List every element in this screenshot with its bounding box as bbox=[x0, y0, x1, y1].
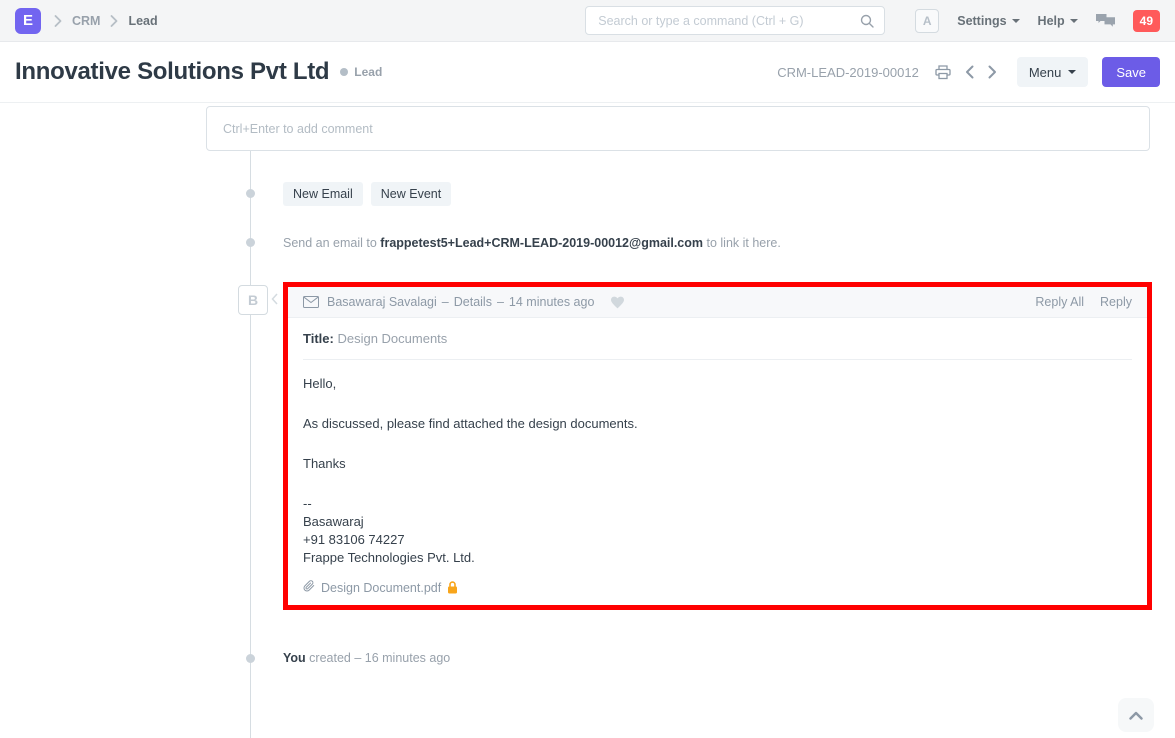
email-paragraph: Thanks bbox=[303, 455, 1132, 473]
email-reply-actions: Reply All Reply bbox=[1035, 295, 1132, 309]
email-signature-line: Basawaraj bbox=[303, 513, 1132, 531]
app-logo-letter: E bbox=[23, 12, 33, 29]
email-signature-line: -- bbox=[303, 495, 1132, 513]
chevron-up-icon bbox=[1129, 711, 1143, 720]
email-signature-line: +91 83106 74227 bbox=[303, 531, 1132, 549]
attachment-link[interactable]: Design Document.pdf bbox=[321, 581, 441, 595]
timeline-section: New Email New Event Send an email to fra… bbox=[0, 103, 1175, 738]
page-head-actions: CRM-LEAD-2019-00012 Menu Save bbox=[777, 57, 1160, 87]
email-title-value: Design Documents bbox=[337, 331, 447, 346]
notifications-badge[interactable]: 49 bbox=[1133, 10, 1160, 32]
created-author: You bbox=[283, 651, 306, 665]
highlight-box: Basawaraj Savalagi – Details – 14 minute… bbox=[283, 282, 1152, 610]
lock-icon[interactable] bbox=[447, 581, 458, 594]
timeline-actions: New Email New Event bbox=[283, 182, 451, 206]
email-link-address: frappetest5+Lead+CRM-LEAD-2019-00012@gma… bbox=[380, 236, 703, 250]
email-signature-line: Frappe Technologies Pvt. Ltd. bbox=[303, 549, 1132, 567]
paperclip-icon bbox=[303, 580, 315, 595]
email-title-label: Title: bbox=[303, 331, 334, 346]
page-head: Innovative Solutions Pvt Ltd Lead CRM-LE… bbox=[0, 42, 1175, 103]
navbar: E CRM Lead A Settings Help 49 bbox=[0, 0, 1175, 42]
email-card-header: Basawaraj Savalagi – Details – 14 minute… bbox=[288, 287, 1147, 318]
email-meta-separator: – bbox=[497, 295, 504, 309]
caret-down-icon bbox=[1068, 70, 1076, 74]
timeline-dot bbox=[246, 238, 255, 247]
status-label: Lead bbox=[354, 65, 382, 79]
navbar-right: A Settings Help 49 bbox=[915, 9, 1160, 33]
print-button[interactable] bbox=[933, 63, 953, 82]
email-timestamp: 14 minutes ago bbox=[509, 295, 594, 309]
menu-button[interactable]: Menu bbox=[1017, 57, 1089, 87]
caret-down-icon bbox=[1012, 19, 1020, 23]
next-doc-button[interactable] bbox=[986, 63, 999, 81]
user-avatar[interactable]: A bbox=[915, 9, 939, 33]
chevron-right-icon bbox=[110, 15, 118, 27]
status-indicator-dot bbox=[340, 68, 348, 76]
email-title-row: Title: Design Documents bbox=[303, 331, 1132, 346]
chevron-left-pointer-icon bbox=[271, 293, 278, 305]
email-signature: -- Basawaraj +91 83106 74227 Frappe Tech… bbox=[303, 495, 1132, 567]
search-input[interactable] bbox=[596, 13, 860, 29]
status-indicator: Lead bbox=[340, 65, 382, 79]
email-sender-name: Basawaraj Savalagi bbox=[327, 295, 437, 309]
help-menu[interactable]: Help bbox=[1038, 14, 1078, 28]
reply-all-button[interactable]: Reply All bbox=[1035, 295, 1084, 309]
attachment-row: Design Document.pdf bbox=[303, 580, 1132, 595]
settings-menu[interactable]: Settings bbox=[957, 14, 1019, 28]
chevron-right-icon bbox=[54, 15, 62, 27]
email-link-hint: Send an email to frappetest5+Lead+CRM-LE… bbox=[283, 236, 781, 250]
created-text: created – 16 minutes ago bbox=[309, 651, 450, 665]
menu-button-label: Menu bbox=[1029, 65, 1062, 80]
app-logo[interactable]: E bbox=[15, 8, 41, 34]
user-avatar-letter: A bbox=[923, 14, 932, 28]
email-details-link[interactable]: Details bbox=[454, 295, 492, 309]
comment-input[interactable] bbox=[221, 121, 1135, 137]
email-link-hint-suffix: to link it here. bbox=[707, 236, 781, 250]
email-sender-avatar: B bbox=[238, 285, 268, 315]
new-event-button[interactable]: New Event bbox=[371, 182, 451, 206]
global-search bbox=[585, 6, 885, 35]
like-heart-icon[interactable] bbox=[610, 296, 625, 309]
email-meta-separator: – bbox=[442, 295, 449, 309]
scroll-to-top-button[interactable] bbox=[1118, 698, 1154, 732]
envelope-icon bbox=[303, 296, 319, 308]
help-label: Help bbox=[1038, 14, 1065, 28]
email-paragraph: Hello, bbox=[303, 375, 1132, 393]
caret-down-icon bbox=[1070, 19, 1078, 23]
email-body: Title: Design Documents Hello, As discus… bbox=[288, 318, 1147, 608]
save-button[interactable]: Save bbox=[1102, 57, 1160, 87]
breadcrumb: CRM Lead bbox=[54, 14, 158, 28]
breadcrumb-item-crm[interactable]: CRM bbox=[72, 14, 100, 28]
email-meta: Basawaraj Savalagi – Details – 14 minute… bbox=[327, 295, 594, 309]
email-divider bbox=[303, 359, 1132, 360]
email-card: Basawaraj Savalagi – Details – 14 minute… bbox=[288, 287, 1147, 605]
email-sender-avatar-letter: B bbox=[248, 292, 258, 308]
created-entry: You created – 16 minutes ago bbox=[283, 651, 450, 665]
prev-doc-button[interactable] bbox=[963, 63, 976, 81]
doc-id: CRM-LEAD-2019-00012 bbox=[777, 65, 919, 80]
search-icon[interactable] bbox=[860, 14, 874, 28]
email-paragraph: As discussed, please find attached the d… bbox=[303, 415, 1132, 433]
timeline-dot bbox=[246, 189, 255, 198]
settings-label: Settings bbox=[957, 14, 1006, 28]
new-email-button[interactable]: New Email bbox=[283, 182, 363, 206]
breadcrumb-item-lead[interactable]: Lead bbox=[128, 14, 157, 28]
email-link-hint-prefix: Send an email to bbox=[283, 236, 377, 250]
chat-icon[interactable] bbox=[1096, 14, 1115, 28]
timeline-dot bbox=[246, 654, 255, 663]
comment-box bbox=[206, 106, 1150, 151]
page-title: Innovative Solutions Pvt Ltd bbox=[15, 58, 329, 86]
reply-button[interactable]: Reply bbox=[1100, 295, 1132, 309]
